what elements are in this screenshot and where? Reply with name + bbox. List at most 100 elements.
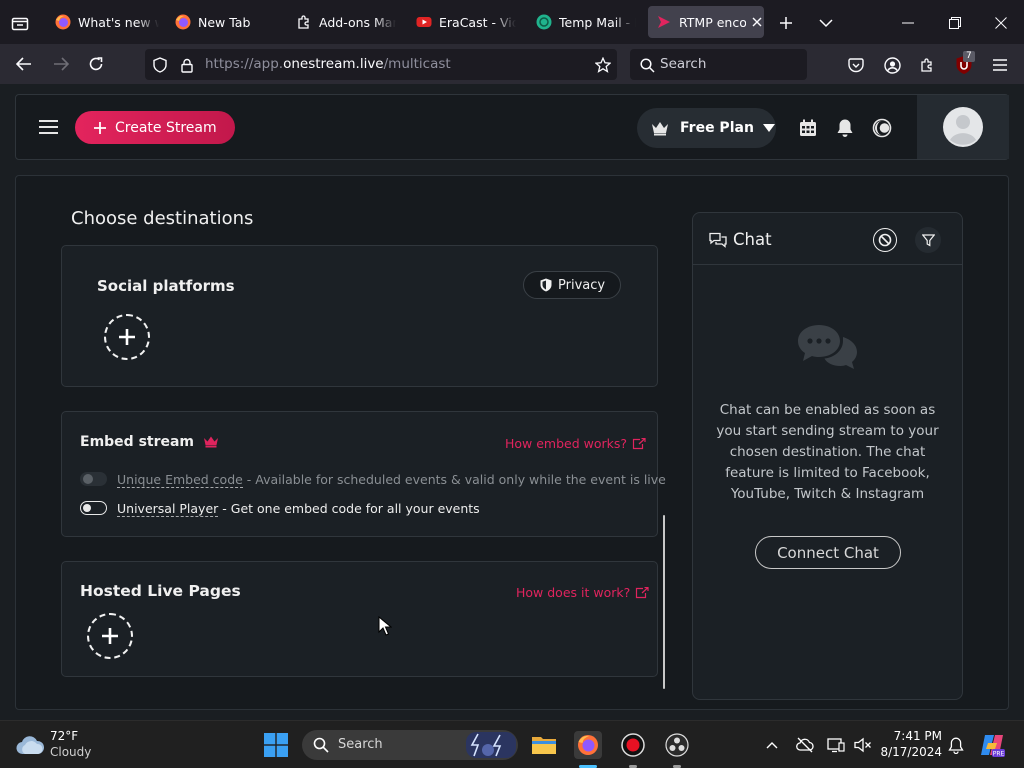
tab-title: RTMP enco: [679, 14, 747, 30]
show-hidden-icons-chevron-icon[interactable]: [763, 735, 781, 755]
content-scrollbar[interactable]: [663, 515, 665, 689]
tab-rtmp-encoder[interactable]: RTMP enco: [648, 6, 764, 38]
address-bar[interactable]: https://app.onestream.live/multicast: [145, 49, 617, 80]
calendar-icon[interactable]: [797, 117, 819, 139]
reload-icon[interactable]: [86, 54, 106, 74]
new-tab-plus-icon[interactable]: [775, 12, 797, 34]
firefox-icon: [175, 14, 191, 30]
url-host: onestream.live: [283, 56, 384, 72]
firefox-taskbar-icon[interactable]: [574, 731, 602, 759]
plus-icon: [94, 121, 106, 134]
taskbar-search-box[interactable]: Search: [302, 730, 518, 760]
browser-tab-strip: What's new w New Tab Add-ons Mana EraCas…: [0, 0, 1024, 44]
plus-icon: [119, 329, 135, 345]
ublock-extension-icon[interactable]: 7: [953, 51, 975, 76]
cloud-sync-off-icon[interactable]: [795, 735, 815, 755]
shield-icon: [540, 278, 552, 292]
screen-recorder-icon[interactable]: [619, 731, 647, 759]
connect-chat-button[interactable]: Connect Chat: [755, 536, 901, 569]
volume-muted-icon[interactable]: [852, 735, 874, 755]
notifications-bell-icon[interactable]: [946, 735, 966, 755]
copilot-icon[interactable]: PRE: [978, 731, 1006, 759]
hamburger-menu-icon[interactable]: [990, 55, 1010, 75]
back-arrow-icon[interactable]: [14, 54, 34, 74]
forward-arrow-icon[interactable]: [51, 54, 71, 74]
extension-badge: 7: [963, 51, 975, 62]
account-icon[interactable]: [882, 55, 902, 75]
dark-mode-toggle-icon[interactable]: [871, 117, 893, 139]
display-network-icon[interactable]: [826, 735, 846, 755]
rtmp-icon: [656, 14, 672, 30]
chat-header: Chat: [693, 213, 962, 265]
puzzle-icon: [296, 14, 312, 30]
obs-studio-icon[interactable]: [663, 731, 691, 759]
chat-empty-state-icon: [798, 325, 857, 369]
weather-description: Cloudy: [50, 745, 92, 759]
tempmail-icon: [536, 14, 552, 30]
chat-empty-message: Chat can be enabled as soon as you start…: [716, 402, 939, 502]
add-social-platform-button[interactable]: [104, 314, 150, 360]
pocket-icon[interactable]: [846, 55, 866, 75]
close-window-icon[interactable]: [989, 12, 1013, 34]
how-does-it-work-link[interactable]: How does it work?: [516, 585, 649, 600]
restore-window-icon[interactable]: [943, 12, 967, 34]
add-hosted-page-button[interactable]: [87, 613, 133, 659]
clock-date: 8/17/2024: [880, 745, 942, 759]
lock-icon[interactable]: [178, 56, 196, 74]
avatar[interactable]: [917, 95, 1009, 159]
tab-new-tab[interactable]: New Tab: [175, 6, 279, 38]
page-content: Create Stream Free Plan Choose destinati…: [0, 84, 1024, 720]
mouse-cursor-icon: [378, 616, 392, 636]
firefox-icon: [55, 14, 71, 30]
browser-search-field[interactable]: Search: [630, 49, 807, 80]
bookmark-star-icon[interactable]: [593, 55, 613, 75]
how-embed-works-link[interactable]: How embed works?: [505, 436, 646, 451]
notification-bell-icon[interactable]: [834, 117, 856, 139]
youtube-icon: [416, 14, 432, 30]
plan-label: Free Plan: [680, 120, 754, 136]
universal-player-toggle[interactable]: [80, 501, 107, 515]
clock-time: 7:41 PM: [893, 729, 942, 743]
tab-temp-mail[interactable]: Temp Mail - D: [536, 6, 636, 38]
minimize-window-icon[interactable]: [896, 12, 920, 34]
caret-down-icon: [762, 124, 775, 132]
weather-temperature: 72°F: [50, 729, 79, 743]
tab-eracast[interactable]: EraCast - Vide: [416, 6, 516, 38]
external-link-icon: [632, 437, 646, 449]
connect-chat-label: Connect Chat: [777, 543, 879, 562]
privacy-label: Privacy: [558, 277, 606, 293]
search-icon: [638, 56, 656, 74]
tab-addons-manager[interactable]: Add-ons Mana: [296, 6, 396, 38]
unique-embed-label: Unique Embed code: [117, 472, 243, 488]
privacy-button[interactable]: Privacy: [523, 271, 621, 299]
how-does-it-work-label: How does it work?: [516, 585, 631, 600]
chat-bubbles-icon: [709, 232, 727, 248]
extensions-icon[interactable]: [918, 55, 938, 75]
weather-cloud-icon[interactable]: [16, 731, 44, 759]
unique-embed-description: - Available for scheduled events & valid…: [242, 472, 666, 487]
sidebar-menu-icon[interactable]: [36, 117, 60, 137]
svg-text:PRE: PRE: [993, 751, 1005, 758]
create-stream-button[interactable]: Create Stream: [75, 111, 235, 144]
toggle-knob: [83, 474, 93, 484]
url-text[interactable]: https://app.onestream.live/multicast: [205, 56, 451, 72]
firefox-view-icon[interactable]: [9, 12, 31, 34]
embed-stream-card: Embed stream How embed works? Unique Emb…: [61, 411, 666, 537]
chat-filter-icon[interactable]: [915, 227, 941, 253]
chat-disable-icon[interactable]: [873, 228, 897, 252]
unique-embed-toggle[interactable]: [80, 472, 107, 486]
tab-title: New Tab: [198, 14, 251, 30]
plan-selector[interactable]: Free Plan: [637, 108, 776, 148]
url-prefix: https://app.: [205, 56, 284, 72]
tab-close-icon[interactable]: [750, 15, 764, 29]
tracking-shield-icon[interactable]: [151, 56, 169, 74]
url-path: /multicast: [383, 56, 451, 72]
file-explorer-icon[interactable]: [530, 731, 558, 759]
tab-whats-new[interactable]: What's new w: [55, 6, 159, 38]
windows-start-icon[interactable]: [263, 732, 289, 758]
plus-icon: [102, 628, 118, 644]
list-tabs-chevron-icon[interactable]: [815, 12, 837, 34]
search-highlight-image-icon: [466, 732, 516, 758]
weather-widget[interactable]: 72°F Cloudy: [50, 728, 91, 760]
system-clock[interactable]: 7:41 PM 8/17/2024: [880, 728, 942, 760]
